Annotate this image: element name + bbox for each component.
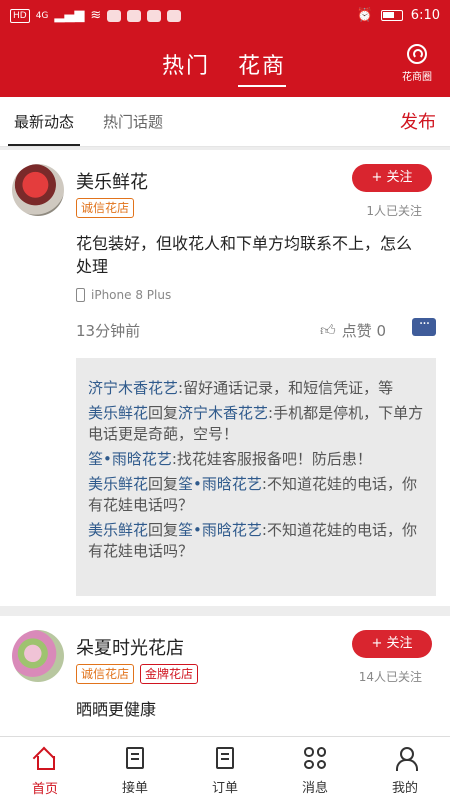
tab-orders[interactable]: 订单 (180, 737, 270, 800)
device-name: iPhone 8 Plus (91, 288, 172, 302)
app-notification-icon (167, 9, 182, 22)
comment-user[interactable]: 筌•雨晗花艺 (88, 450, 172, 468)
tab-latest-updates[interactable]: 最新动态 (7, 111, 81, 146)
tab-label: 我的 (391, 781, 418, 796)
comment-text: :留好通话记录，和短信凭证，等 (178, 379, 394, 397)
phone-icon (76, 288, 85, 302)
florist-circle-button[interactable]: 花商圈 (394, 44, 440, 83)
shop-tags: 诚信花店 金牌花店 (76, 664, 199, 684)
comment-item[interactable]: 美乐鲜花回复筌•雨晗花艺:不知道花娃的电话，你有花娃电话吗？ (88, 520, 426, 562)
bottom-tab-bar: 首页 接单 订单 消息 我的 (0, 736, 450, 800)
florist-circle-label: 花商圈 (402, 72, 432, 83)
app-notification-icon (147, 9, 162, 22)
florist-circle-icon (407, 44, 427, 64)
tag-badge: 诚信花店 (76, 198, 135, 218)
device-info: iPhone 8 Plus (76, 288, 171, 302)
tab-hot[interactable]: 热门 (162, 48, 210, 80)
post-card: 朵夏时光花店 诚信花店 金牌花店 + 关注 14人已关注 晒晒更健康 (0, 616, 450, 736)
tag-badge: 诚信花店 (76, 664, 135, 684)
comment-user[interactable]: 济宁木香花艺 (88, 379, 178, 397)
avatar[interactable] (12, 630, 64, 682)
tab-profile[interactable]: 我的 (360, 737, 450, 800)
follower-count: 14人已关注 (358, 670, 422, 684)
post-time: 13分钟前 (76, 322, 141, 340)
tab-messages[interactable]: 消息 (270, 737, 360, 800)
post-text: 花包装好，但收花人和下单方均联系不上，怎么处理 (76, 234, 413, 276)
more-options-button[interactable]: ··· (412, 317, 436, 336)
publish-button[interactable]: 发布 (400, 108, 436, 134)
comment-user[interactable]: 美乐鲜花 (88, 475, 148, 493)
battery-icon (380, 10, 403, 21)
tab-label: 首页 (31, 782, 58, 797)
follow-button[interactable]: + 关注 (352, 630, 432, 658)
home-icon (0, 748, 90, 774)
comment-text: :找花娃客服报备吧！防后患！ (171, 450, 372, 468)
like-count: 点赞 0 (341, 322, 386, 340)
tab-home[interactable]: 首页 (0, 737, 90, 800)
tab-receive-order[interactable]: 接单 (90, 737, 180, 800)
tab-florist[interactable]: 花商 (238, 48, 287, 87)
reply-to-user[interactable]: 筌•雨晗花艺 (178, 521, 262, 539)
receive-order-icon (90, 747, 180, 773)
shop-name[interactable]: 朵夏时光花店 (76, 634, 184, 660)
feed-list[interactable]: 美乐鲜花 诚信花店 + 关注 1人已关注 花包装好，但收花人和下单方均联系不上，… (0, 150, 450, 736)
follower-count: 1人已关注 (366, 204, 422, 218)
post-card: 美乐鲜花 诚信花店 + 关注 1人已关注 花包装好，但收花人和下单方均联系不上，… (0, 150, 450, 606)
tab-label: 消息 (301, 781, 328, 796)
tab-label: 接单 (121, 781, 148, 796)
comment-item[interactable]: 济宁木香花艺:留好通话记录，和短信凭证，等 (88, 378, 426, 399)
shop-tags: 诚信花店 (76, 198, 135, 218)
header-bar: 热门 花商 花商圈 (0, 34, 450, 97)
wifi-icon: ≋ (90, 8, 102, 23)
signal-icon: ▂▄▆ (54, 8, 85, 23)
post-text: 晒晒更健康 (76, 700, 157, 719)
comment-item[interactable]: 美乐鲜花回复筌•雨晗花艺:不知道花娃的电话，你有花娃电话吗？ (88, 474, 426, 516)
reply-to-user[interactable]: 济宁木香花艺 (178, 404, 268, 422)
profile-icon (360, 747, 450, 773)
status-time: 6:10 (410, 8, 440, 23)
reply-to-user[interactable]: 筌•雨晗花艺 (178, 475, 262, 493)
shop-name[interactable]: 美乐鲜花 (76, 168, 148, 194)
signal-indicator: 4G (35, 10, 49, 21)
order-list-icon (180, 747, 270, 773)
alarm-icon: ⏰ (356, 8, 373, 23)
follow-button[interactable]: + 关注 (352, 164, 432, 192)
thumb-up-icon: 👍︎ (320, 321, 336, 339)
tab-label: 订单 (211, 781, 238, 796)
comment-item[interactable]: 筌•雨晗花艺:找花娃客服报备吧！防后患！ (88, 449, 426, 470)
avatar[interactable] (12, 164, 64, 216)
reply-word: 回复 (148, 475, 179, 493)
sub-tab-bar: 最新动态 热门话题 发布 (0, 97, 450, 147)
tab-hot-topics[interactable]: 热门话题 (103, 111, 163, 132)
reply-word: 回复 (148, 404, 179, 422)
comment-user[interactable]: 美乐鲜花 (88, 404, 148, 422)
app-notification-icon (107, 9, 122, 22)
hd-indicator: HD (10, 8, 30, 23)
message-grid-icon (270, 747, 360, 773)
comment-user[interactable]: 美乐鲜花 (88, 521, 148, 539)
comment-item[interactable]: 美乐鲜花回复济宁木香花艺:手机都是停机，下单方电话更是奇葩，空号！ (88, 403, 426, 445)
app-notification-icon (127, 9, 142, 22)
tag-badge: 金牌花店 (140, 664, 199, 684)
reply-word: 回复 (148, 521, 179, 539)
status-bar: HD 4G ▂▄▆ ≋ ⏰ 6:10 (0, 0, 450, 34)
comments-box: 济宁木香花艺:留好通话记录，和短信凭证，等 美乐鲜花回复济宁木香花艺:手机都是停… (76, 358, 436, 596)
like-button[interactable]: 👍︎ 点赞 0 (320, 320, 386, 341)
